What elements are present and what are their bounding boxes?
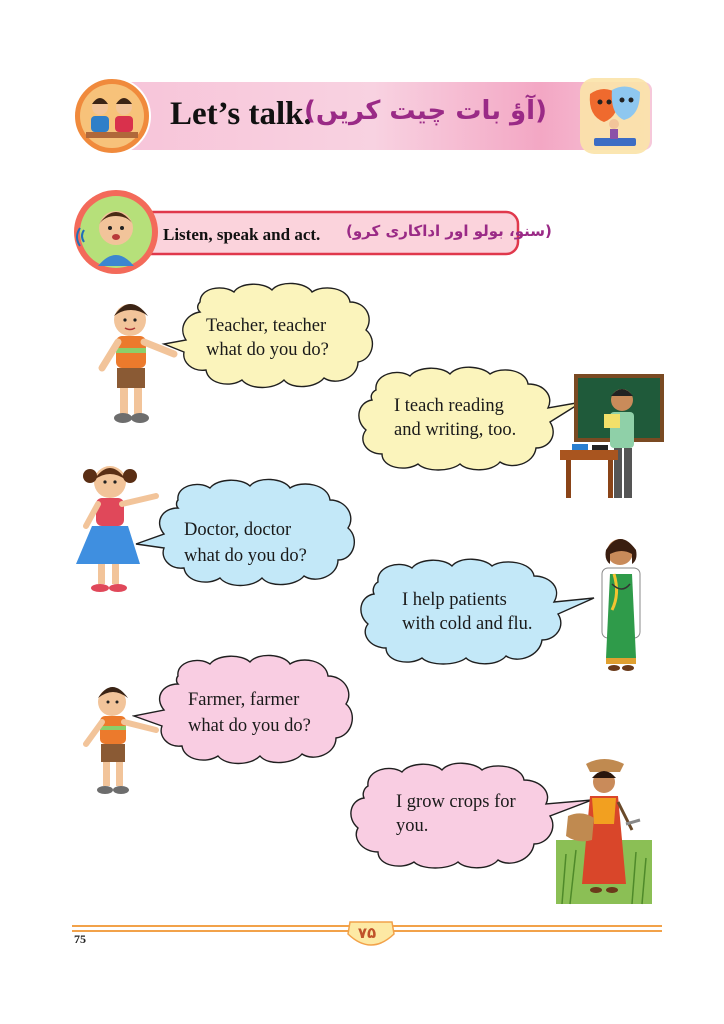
doctor-illustration [601,539,641,671]
teacher-answer-line-2: and writing, too. [394,420,517,440]
teacher-question-line-2: what do you do? [206,340,329,360]
speaking-boy-icon [74,190,158,274]
farmer-illustration [556,759,652,905]
page-title: Let’s talk. [170,96,312,132]
doctor-answer-line-1: I help patients [402,590,507,610]
page-number-urdu: ۷۵ [357,924,377,942]
farmer-question-line-1: Farmer, farmer [188,690,300,710]
farmer-answer-line-1: I grow crops for [396,792,516,812]
doctor-question-line-2: what do you do? [184,546,307,566]
instruction-text: Listen, speak and act. [163,225,321,244]
theatre-masks-icon [580,78,650,154]
teacher-illustration [560,374,664,498]
teacher-answer-line-1: I teach reading [394,396,504,416]
page-title-urdu: (آؤ بات چیت کریں) [304,96,547,126]
farmer-answer-line-2: you. [396,816,429,836]
doctor-answer-line-2: with cold and flu. [402,614,533,634]
doctor-question-line-1: Doctor, doctor [184,520,292,540]
farmer-question-line-2: what do you do? [188,716,311,736]
children-talking-icon [73,77,151,155]
teacher-question-line-1: Teacher, teacher [206,316,327,336]
page-number: 75 [74,932,86,946]
instruction-text-urdu: (سنو، بولو اور اداکاری کرو) [346,222,552,240]
